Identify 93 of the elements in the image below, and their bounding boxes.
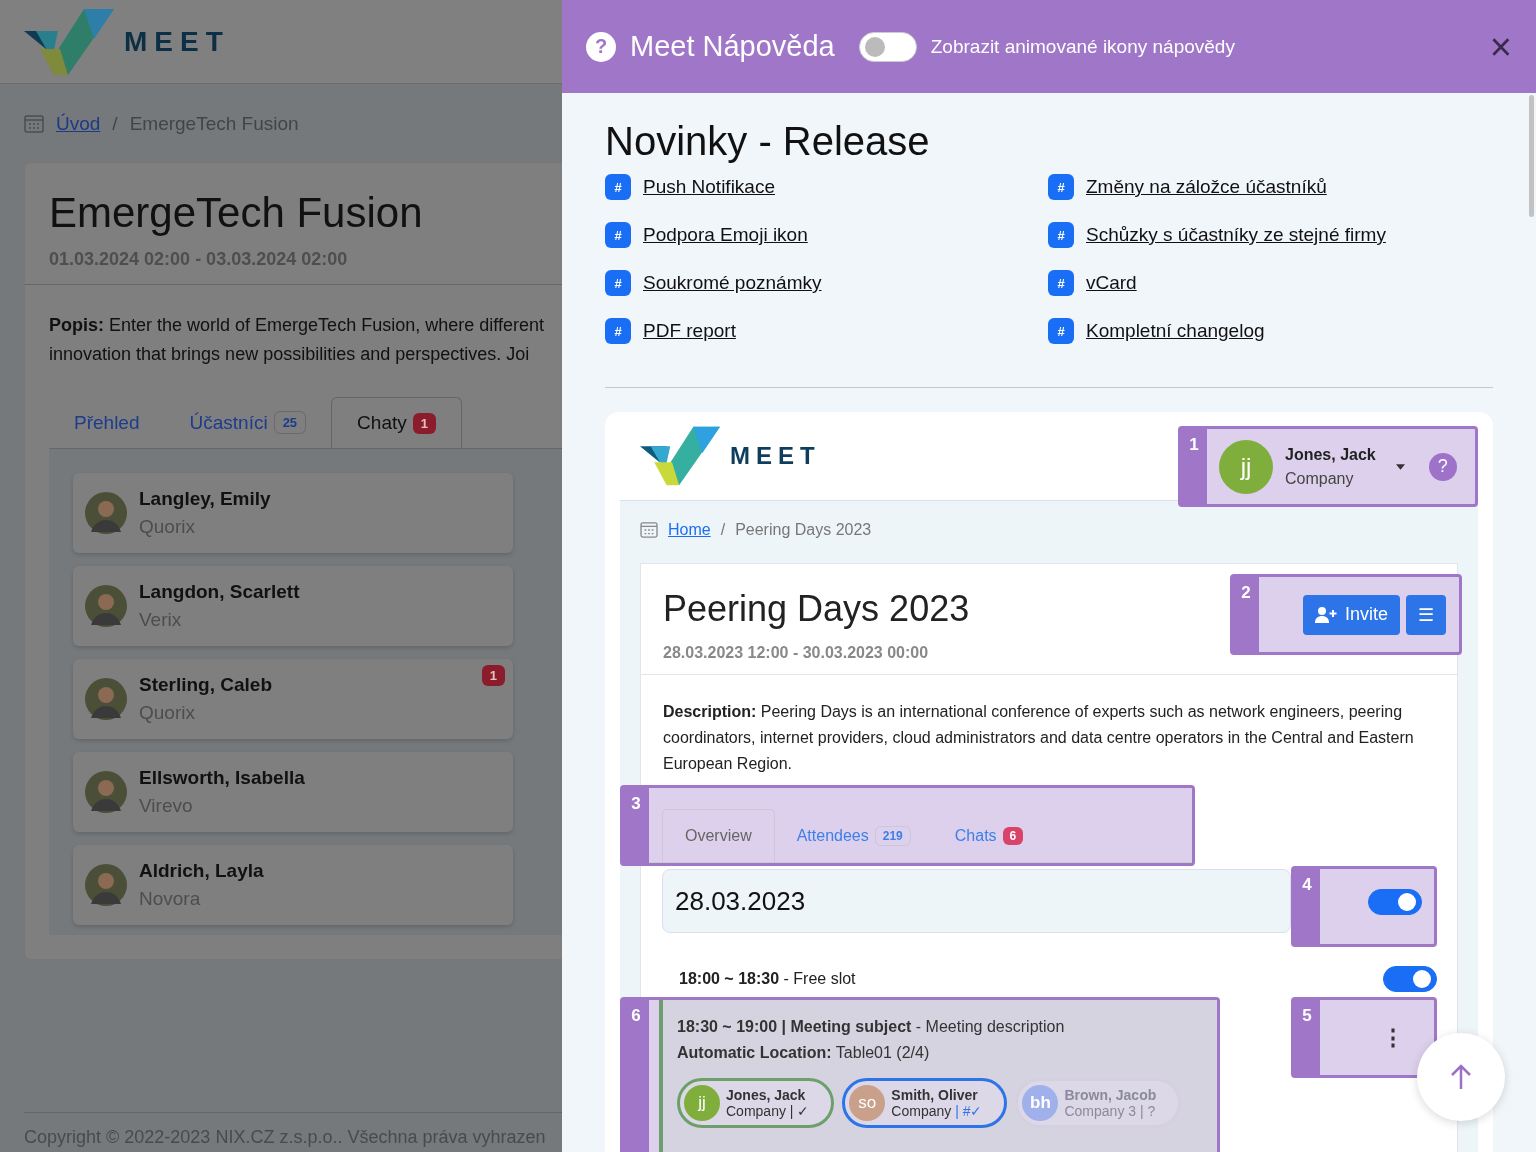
tab[interactable]: Chats 6 <box>932 810 1046 862</box>
step-number: 5 <box>1294 1000 1320 1075</box>
user-avatar: jj <box>1219 439 1273 494</box>
hash-badge: # <box>605 270 631 296</box>
participant-status: | ✓ <box>789 1103 810 1119</box>
tab[interactable]: Attendees 219 <box>774 810 933 862</box>
event-dates: 28.03.2023 12:00 - 30.03.2023 00:00 <box>663 644 930 662</box>
event-title: EmergeTech Fusion <box>49 189 424 237</box>
add-user-icon <box>1314 606 1337 623</box>
tab[interactable]: Overview <box>662 809 775 862</box>
invite-button[interactable]: Invite <box>1302 594 1400 635</box>
participant-name: Jones, Jack <box>726 1087 807 1103</box>
more-button[interactable]: ⋮ <box>1382 1024 1404 1051</box>
release-link[interactable]: Soukromé poznámky <box>643 272 822 294</box>
date-header: 28.03.2023 <box>662 869 1291 933</box>
participant-avatar: bh <box>1022 1085 1059 1121</box>
toggle-switch[interactable] <box>1383 966 1437 992</box>
logo-text: MEET <box>124 25 230 58</box>
description-line: innovation that brings new possibilities and perspectives. Joi <box>49 343 531 366</box>
time-slot: 18:00 ~ 18:30 - Free slot <box>679 970 856 988</box>
logo-text: MEET <box>730 442 822 470</box>
participant-company: Company <box>891 1103 952 1119</box>
meeting-location: Automatic Location: Table01 (2/4) <box>677 1044 930 1062</box>
meeting-title: 18:30 ~ 19:00 | Meeting subject - Meeting description <box>677 1018 1065 1036</box>
tab[interactable]: Účastníci 25 <box>164 411 332 448</box>
hash-badge: # <box>1048 318 1074 344</box>
tab[interactable]: Přehled <box>49 412 165 448</box>
check-logo-icon <box>24 8 114 75</box>
participant-avatar: so <box>849 1085 886 1121</box>
chat-name: Aldrich, Layla <box>139 860 264 882</box>
participant-company: Company <box>726 1103 786 1119</box>
hash-badge: # <box>1048 270 1074 296</box>
count-badge: 6 <box>1002 827 1024 845</box>
release-link[interactable]: PDF report <box>643 320 736 342</box>
close-button[interactable]: × <box>1489 27 1512 66</box>
participant-status: | #✓ <box>955 1103 983 1119</box>
hash-badge: # <box>605 318 631 344</box>
unread-badge: 1 <box>481 665 505 686</box>
user-company: Company <box>1285 469 1355 488</box>
release-link[interactable]: Podpora Emoji ikon <box>643 224 808 246</box>
event-description: Description: Peering Days is an international conference of experts such as network engineers, peering coordinators, internet providers, cloud administrators and data centre operators in the Central and Eastern European Region. <box>662 702 1415 774</box>
calendar-icon <box>640 522 658 538</box>
tab[interactable]: Chaty 1 <box>331 397 462 448</box>
hash-badge: # <box>605 174 631 200</box>
help-icon[interactable]: ? <box>1428 452 1457 481</box>
step-number: 3 <box>623 788 649 863</box>
participant-avatar: jj <box>684 1085 720 1121</box>
up-arrow-icon <box>1449 1063 1473 1091</box>
step-number: 6 <box>623 1000 649 1152</box>
breadcrumb-current: Peering Days 2023 <box>735 521 872 539</box>
breadcrumb-separator: / <box>112 113 118 135</box>
release-link[interactable]: vCard <box>1086 272 1137 294</box>
release-link[interactable]: Push Notifikace <box>643 176 775 198</box>
hash-badge: # <box>605 222 631 248</box>
participant-company: Company 3 <box>1064 1103 1137 1119</box>
release-link[interactable]: Schůzky s účastníky ze stejné firmy <box>1086 224 1386 246</box>
breadcrumb-link[interactable]: Úvod <box>56 113 101 135</box>
toggle-switch[interactable] <box>1368 889 1422 915</box>
release-link[interactable]: Změny na záložce účastníků <box>1086 176 1327 198</box>
calendar-icon <box>24 115 44 133</box>
count-badge: 1 <box>412 412 436 434</box>
participant-chip[interactable]: jj Jones, Jack Company | ✓ <box>677 1078 835 1128</box>
scrollbar-thumb[interactable] <box>1529 95 1534 217</box>
check-logo-icon <box>640 426 720 486</box>
drawer-title: Meet Nápověda <box>630 30 835 63</box>
step-number: 4 <box>1294 869 1320 944</box>
menu-button[interactable]: ☰ <box>1406 594 1446 635</box>
breadcrumb-separator: / <box>720 521 726 539</box>
breadcrumb-current: EmergeTech Fusion <box>129 113 299 135</box>
breadcrumb-link[interactable]: Home <box>668 521 711 539</box>
hash-badge: # <box>1048 222 1074 248</box>
release-link[interactable]: Kompletní changelog <box>1086 320 1265 342</box>
count-badge: 25 <box>273 411 307 434</box>
description-line: Popis: Enter the world of EmergeTech Fusion, where different <box>49 314 545 337</box>
step-number: 1 <box>1181 429 1207 504</box>
toggle-switch[interactable] <box>858 31 917 62</box>
count-badge: 219 <box>874 826 911 846</box>
chat-name: Sterling, Caleb <box>139 674 273 696</box>
chat-name: Langdon, Scarlett <box>139 581 300 603</box>
participant-name: Brown, Jacob <box>1064 1087 1157 1103</box>
event-title: Peering Days 2023 <box>663 588 970 630</box>
caret-icon[interactable] <box>1395 463 1405 470</box>
help-icon: ? <box>586 31 616 62</box>
chat-name: Langley, Emily <box>139 488 271 510</box>
participant-status: | ? <box>1139 1103 1156 1119</box>
hash-badge: # <box>1048 174 1074 200</box>
chat-name: Ellsworth, Isabella <box>139 767 305 789</box>
section-heading: Novinky - Release <box>605 119 931 164</box>
participant-name: Smith, Oliver <box>891 1087 979 1103</box>
participant-chip[interactable]: so Smith, Oliver Company | #✓ <box>842 1078 1008 1128</box>
user-name: Jones, Jack <box>1285 445 1376 464</box>
step-number: 2 <box>1233 577 1259 652</box>
toggle-label: Zobrazit animované ikony nápovědy <box>930 35 1236 58</box>
